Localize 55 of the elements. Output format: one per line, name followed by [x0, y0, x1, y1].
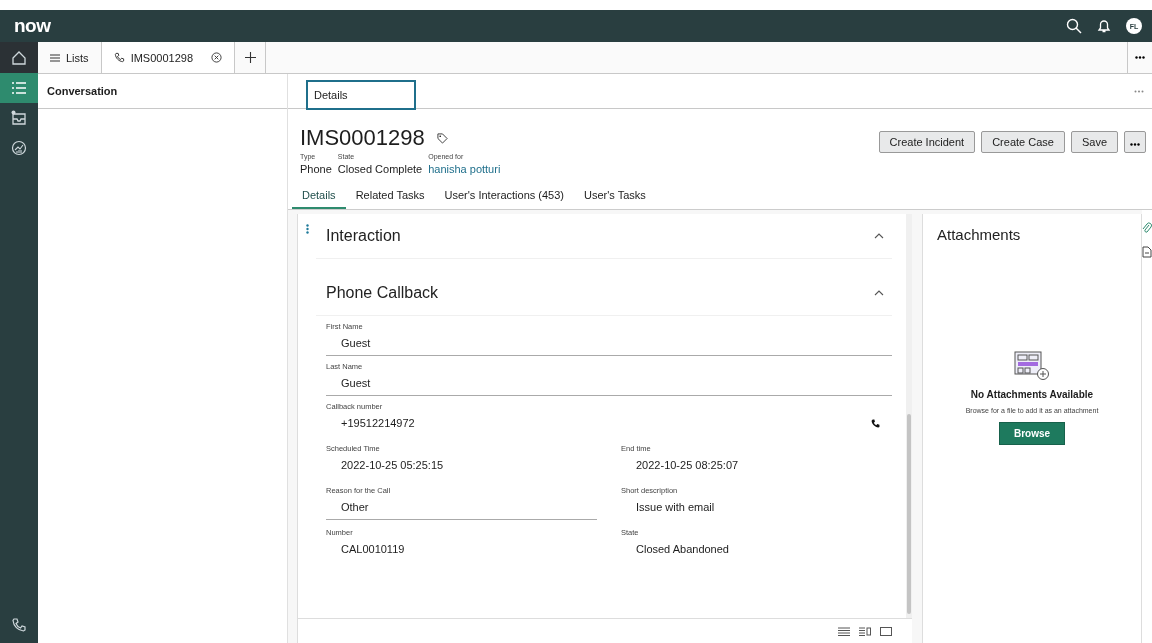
- phone-icon: [113, 52, 125, 63]
- action-button[interactable]: Create Incident: [878, 131, 976, 153]
- browse-button[interactable]: Browse: [998, 422, 1066, 445]
- chevron-icon[interactable]: [874, 290, 884, 296]
- field-value: CAL0010119: [340, 542, 406, 557]
- more-icon[interactable]: [1135, 56, 1145, 59]
- record-tab[interactable]: Related Tasks: [345, 183, 435, 209]
- home-icon[interactable]: [11, 49, 27, 66]
- field-value[interactable]: Guest: [326, 331, 892, 356]
- more-icon: [1130, 143, 1140, 146]
- inbox-icon: [11, 110, 27, 126]
- field-value: Issue with email: [635, 500, 716, 515]
- record-tab[interactable]: User's Interactions (453): [434, 183, 574, 209]
- list-icon: [50, 53, 60, 62]
- workspace-tab[interactable]: IMS0001298: [101, 42, 235, 73]
- phone-icon[interactable]: [871, 418, 880, 428]
- single-column-icon[interactable]: [838, 626, 850, 636]
- field-value: +19512214972: [326, 411, 892, 436]
- logo[interactable]: now: [14, 15, 51, 37]
- section-title: Phone Callback: [325, 284, 439, 302]
- tag-icon[interactable]: [436, 132, 448, 144]
- add-tab-icon[interactable]: [244, 52, 256, 63]
- field-value: Closed Abandoned: [635, 542, 730, 557]
- analytics-icon: [11, 140, 27, 156]
- panel-view-icon[interactable]: [880, 626, 892, 636]
- search-icon[interactable]: [1066, 18, 1082, 34]
- paperclip-icon[interactable]: [1142, 222, 1152, 234]
- field-value[interactable]: Guest: [326, 371, 892, 396]
- panel-title: Conversation: [47, 85, 118, 97]
- document-icon[interactable]: [1142, 246, 1152, 258]
- empty-state-title: No Attachments Available: [970, 389, 1094, 400]
- record-number: IMS0001298: [300, 125, 425, 151]
- bell-icon[interactable]: [1096, 18, 1112, 34]
- user-link[interactable]: hanisha potturi: [428, 163, 501, 175]
- details-tab[interactable]: Details: [306, 80, 416, 110]
- scrollbar[interactable]: [907, 414, 911, 614]
- action-button[interactable]: Create Case: [981, 131, 1065, 153]
- field-value[interactable]: Other: [326, 495, 597, 520]
- close-icon[interactable]: [211, 52, 222, 63]
- action-button[interactable]: Save: [1070, 131, 1118, 153]
- record-tab[interactable]: User's Tasks: [574, 183, 656, 209]
- phone-icon[interactable]: [11, 617, 27, 633]
- more-button[interactable]: [1124, 131, 1146, 153]
- attachment-illustration-icon: [1014, 351, 1050, 381]
- section-title: Interaction: [325, 227, 401, 245]
- drag-handle-icon[interactable]: [306, 224, 309, 234]
- field-value: 2022-10-25 05:25:15: [340, 458, 445, 473]
- field-value: 2022-10-25 08:25:07: [635, 458, 740, 473]
- two-column-icon[interactable]: [859, 626, 871, 636]
- rail-item[interactable]: [0, 73, 38, 103]
- meta-value: Phone: [300, 163, 332, 175]
- panel-title: Attachments: [937, 226, 1022, 243]
- meta-value: Closed Complete: [337, 163, 423, 175]
- chevron-icon[interactable]: [874, 233, 884, 239]
- list-icon: [12, 82, 26, 94]
